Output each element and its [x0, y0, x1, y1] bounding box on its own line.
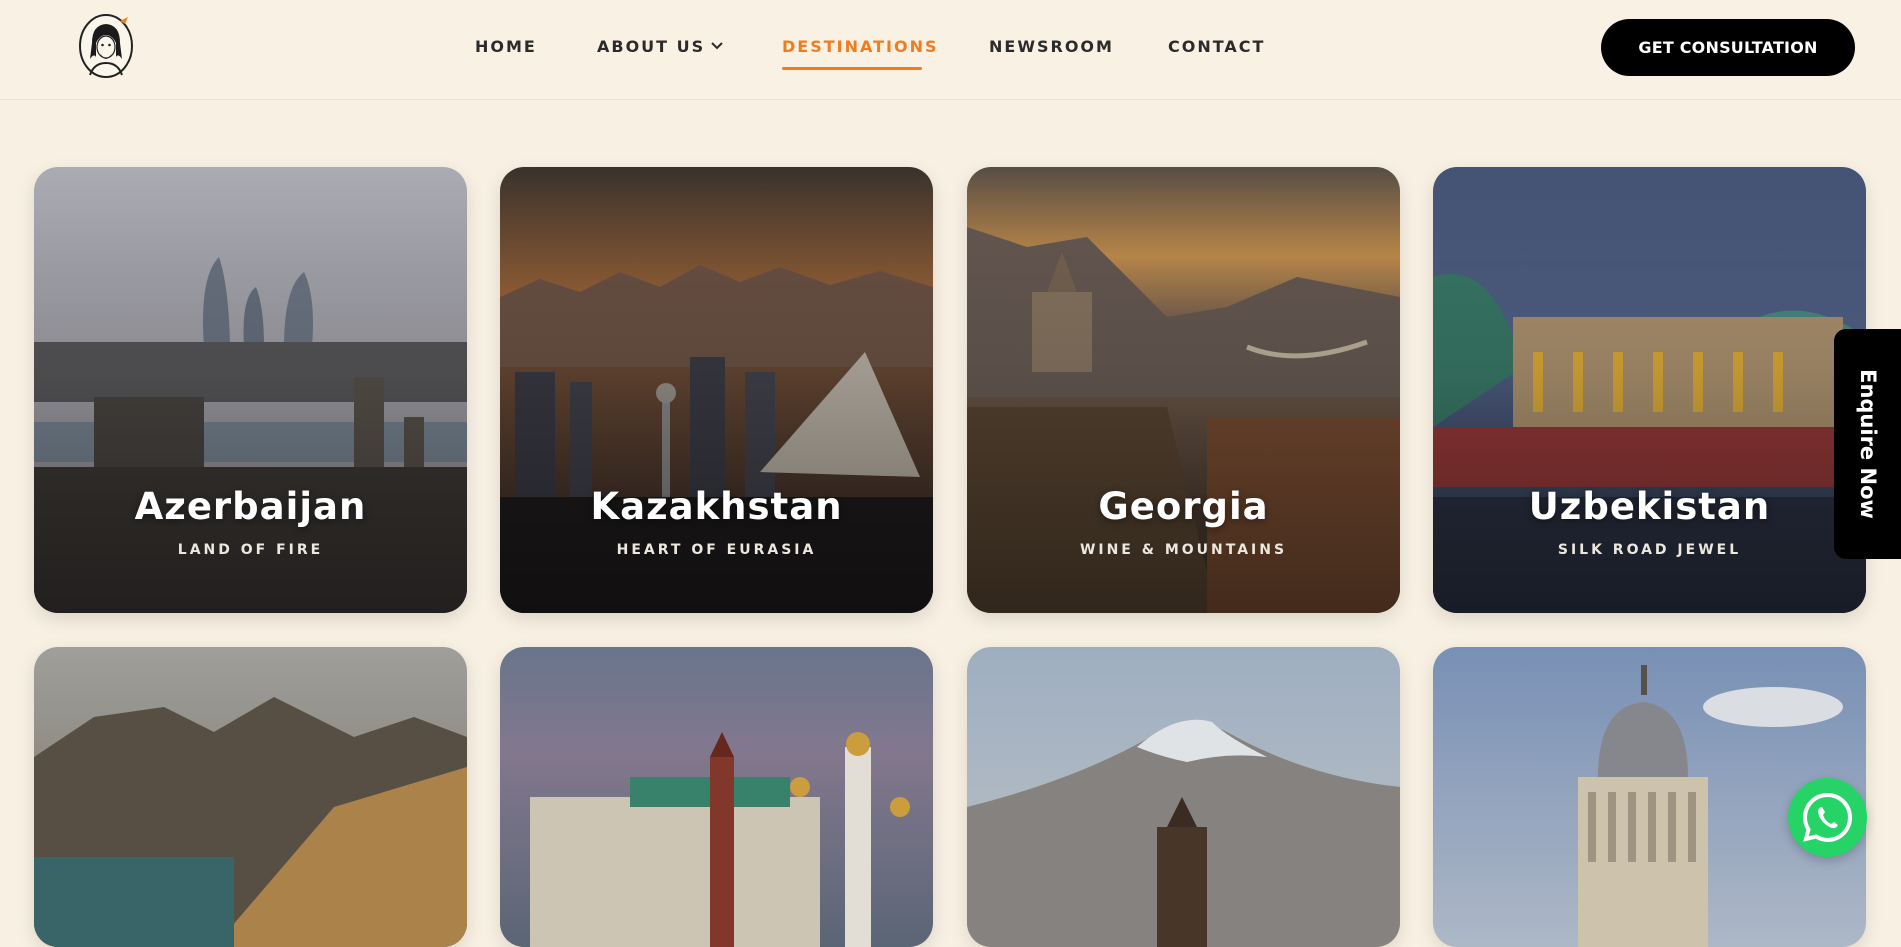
card-overlay — [967, 647, 1400, 947]
destination-tagline: SILK ROAD JEWEL — [1557, 542, 1742, 558]
destination-card-azerbaijan[interactable]: Azerbaijan LAND OF FIRE — [34, 167, 467, 613]
whatsapp-button[interactable] — [1788, 778, 1867, 857]
destination-card-uzbekistan[interactable]: Uzbekistan SILK ROAD JEWEL — [1433, 167, 1866, 613]
get-consultation-button[interactable]: GET CONSULTATION — [1601, 19, 1855, 76]
destination-tagline: LAND OF FIRE — [177, 542, 324, 558]
logo[interactable] — [78, 13, 134, 79]
whatsapp-icon — [1802, 792, 1853, 843]
chevron-down-icon — [711, 42, 723, 50]
destination-tagline: WINE & MOUNTAINS — [1079, 542, 1288, 558]
card-overlay — [500, 647, 933, 947]
nav-newsroom[interactable]: NEWSROOM — [989, 37, 1114, 56]
destination-card-5[interactable] — [34, 647, 467, 947]
nav-home[interactable]: HOME — [475, 37, 537, 56]
destination-name: Kazakhstan — [590, 485, 843, 528]
destination-card-georgia[interactable]: Georgia WINE & MOUNTAINS — [967, 167, 1400, 613]
nav-about-us-label: ABOUT US — [597, 37, 706, 56]
destination-card-kazakhstan[interactable]: Kazakhstan HEART OF EURASIA — [500, 167, 933, 613]
nav-destinations[interactable]: DESTINATIONS — [782, 37, 939, 56]
destination-name: Georgia — [1098, 485, 1269, 528]
destination-card-7[interactable] — [967, 647, 1400, 947]
enquire-now-label: Enquire Now — [1855, 369, 1880, 519]
enquire-now-tab[interactable]: Enquire Now — [1834, 329, 1901, 559]
nav-contact[interactable]: CONTACT — [1168, 37, 1265, 56]
destination-tagline: HEART OF EURASIA — [616, 542, 817, 558]
destination-card-6[interactable] — [500, 647, 933, 947]
site-header: HOME ABOUT US DESTINATIONS NEWSROOM CONT… — [0, 0, 1901, 100]
destination-name: Azerbaijan — [134, 485, 367, 528]
destination-name: Uzbekistan — [1528, 485, 1771, 528]
portrait-logo-icon — [79, 14, 133, 78]
card-overlay — [34, 647, 467, 947]
active-nav-underline — [782, 67, 922, 70]
nav-about-us[interactable]: ABOUT US — [597, 37, 723, 56]
